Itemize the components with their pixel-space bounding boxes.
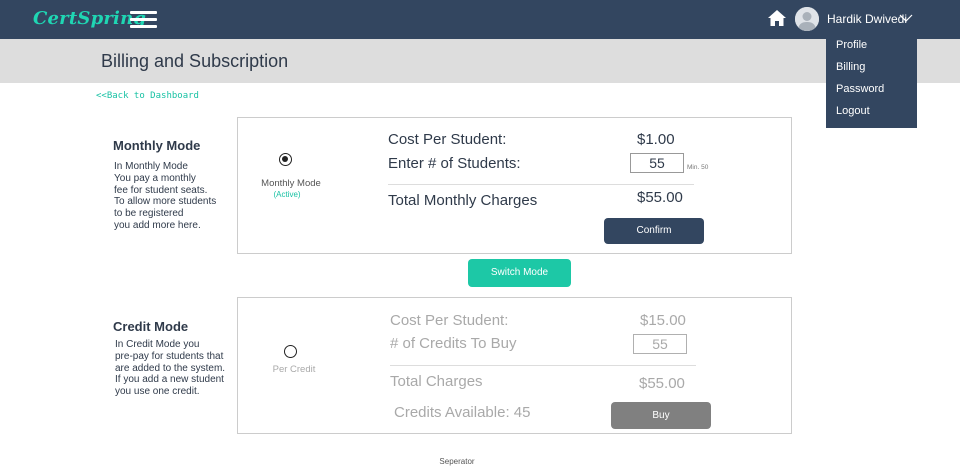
home-icon[interactable] bbox=[767, 9, 787, 27]
students-count-input[interactable] bbox=[630, 153, 684, 173]
user-dropdown-menu: Profile Billing Password Logout bbox=[826, 35, 917, 128]
credit-total-value: $55.00 bbox=[639, 375, 685, 392]
description-line: You pay a monthly bbox=[114, 172, 196, 184]
cost-per-student-label: Cost Per Student: bbox=[388, 131, 507, 148]
credit-mode-label: Per Credit bbox=[272, 364, 316, 375]
divider bbox=[388, 184, 694, 185]
description-line: are added to the system. bbox=[115, 362, 226, 374]
total-monthly-label: Total Monthly Charges bbox=[388, 192, 538, 209]
menu-item-profile[interactable]: Profile bbox=[836, 39, 867, 51]
menu-item-billing[interactable]: Billing bbox=[836, 61, 865, 73]
monthly-mode-description: In Monthly Mode You pay a monthly fee fo… bbox=[114, 161, 239, 232]
credit-cost-label: Cost Per Student: bbox=[390, 312, 509, 329]
confirm-button[interactable]: Confirm bbox=[604, 218, 704, 244]
credit-mode-description: In Credit Mode you pre-pay for students … bbox=[115, 339, 240, 398]
students-count-label: Enter # of Students: bbox=[388, 155, 521, 172]
page-title: Billing and Subscription bbox=[101, 51, 289, 71]
description-line: In Monthly Mode bbox=[114, 161, 188, 172]
description-line: pre-pay for students that bbox=[115, 350, 224, 362]
min-students-note: Min. 50 bbox=[687, 164, 709, 171]
credit-cost-value: $15.00 bbox=[640, 312, 686, 329]
credits-to-buy-label: # of Credits To Buy bbox=[390, 335, 517, 352]
divider bbox=[390, 365, 696, 366]
description-line: To allow more students bbox=[114, 196, 217, 208]
user-avatar-icon[interactable] bbox=[795, 7, 819, 31]
description-line: If you add a new student bbox=[115, 374, 224, 386]
credit-total-label: Total Charges bbox=[390, 373, 483, 390]
menu-item-logout[interactable]: Logout bbox=[836, 105, 870, 117]
description-line: to be registered bbox=[114, 208, 184, 220]
monthly-mode-status: (Active) bbox=[273, 190, 301, 199]
credits-available-label: Credits Available: 45 bbox=[394, 404, 531, 421]
switch-mode-button[interactable]: Switch Mode bbox=[468, 259, 571, 287]
description-line: you add more here. bbox=[114, 219, 201, 231]
buy-button[interactable]: Buy bbox=[611, 402, 711, 429]
separator-label: Seperator bbox=[439, 457, 475, 466]
cost-per-student-value: $1.00 bbox=[637, 131, 675, 148]
top-navbar: CertSpring Hardik Dwivedi bbox=[0, 0, 960, 39]
monthly-mode-radio[interactable] bbox=[279, 153, 292, 166]
chevron-down-icon[interactable] bbox=[899, 13, 913, 23]
total-monthly-value: $55.00 bbox=[637, 189, 683, 206]
credits-to-buy-input[interactable] bbox=[633, 334, 687, 354]
description-line: fee for student seats. bbox=[114, 184, 208, 196]
monthly-mode-label: Monthly Mode bbox=[261, 178, 321, 189]
credit-mode-title: Credit Mode bbox=[113, 319, 189, 334]
back-to-dashboard-link[interactable]: <<Back to Dashboard bbox=[96, 91, 199, 101]
description-line: you use one credit. bbox=[115, 386, 200, 398]
user-name[interactable]: Hardik Dwivedi bbox=[827, 12, 907, 26]
hamburger-menu-icon[interactable] bbox=[130, 11, 157, 29]
monthly-mode-title: Monthly Mode bbox=[113, 138, 201, 153]
menu-item-password[interactable]: Password bbox=[836, 83, 884, 95]
credit-mode-radio[interactable] bbox=[284, 345, 297, 358]
description-line: In Credit Mode you bbox=[115, 339, 200, 350]
